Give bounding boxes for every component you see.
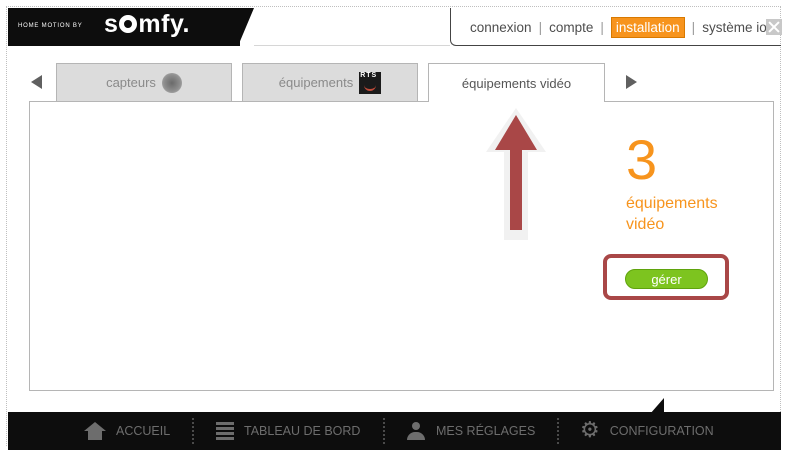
tab-next-arrow-icon[interactable] bbox=[626, 75, 637, 89]
close-icon[interactable] bbox=[766, 19, 782, 35]
bottom-nav-tableau-de-bord[interactable]: TABLEAU DE BORD bbox=[216, 412, 360, 450]
annotation-arrow bbox=[486, 108, 546, 240]
dashboard-icon bbox=[216, 422, 234, 440]
nav-systeme-io[interactable]: système io bbox=[702, 20, 767, 35]
nav-installation[interactable]: installation bbox=[610, 17, 685, 38]
logo-o-mark bbox=[119, 15, 138, 33]
tab-label: capteurs bbox=[106, 75, 156, 90]
nav-separator: | bbox=[600, 20, 604, 35]
top-nav: connexion | compte | installation | syst… bbox=[470, 17, 767, 38]
tab-label: équipements bbox=[278, 75, 354, 90]
logo-brand-rest: mfy. bbox=[138, 10, 190, 38]
rts-icon-text: RTS bbox=[360, 71, 378, 79]
nav-separator: | bbox=[538, 20, 543, 35]
bottom-nav-mes-reglages[interactable]: MES RÉGLAGES bbox=[406, 412, 535, 450]
tab-equipements-video[interactable]: équipements vidéo bbox=[428, 63, 605, 102]
bottom-nav-divider bbox=[192, 418, 194, 444]
rts-waves bbox=[364, 83, 377, 91]
content-panel bbox=[29, 101, 774, 391]
home-icon bbox=[84, 422, 106, 440]
manage-button[interactable]: gérer bbox=[625, 269, 708, 289]
logo-tagline: HOME MOTION BY bbox=[18, 23, 83, 29]
bottom-nav-label: MES RÉGLAGES bbox=[436, 424, 536, 438]
nav-separator: | bbox=[691, 20, 696, 35]
bottom-nav-label: ACCUEIL bbox=[116, 424, 171, 438]
logo-brand: s mfy. bbox=[104, 10, 190, 39]
logo-wedge bbox=[238, 8, 254, 46]
bottom-nav-label: TABLEAU DE BORD bbox=[244, 424, 361, 438]
tab-label: équipements vidéo bbox=[461, 75, 572, 91]
nav-connexion[interactable]: connexion bbox=[470, 20, 532, 35]
gear-icon: ⚙ bbox=[580, 418, 600, 443]
tab-capteurs[interactable]: capteurs bbox=[56, 63, 232, 101]
rts-icon: RTS bbox=[359, 71, 382, 94]
logo-brand-s: s bbox=[104, 10, 119, 38]
bottom-nav-configuration[interactable]: ⚙ CONFIGURATION bbox=[580, 412, 714, 450]
nav-compte[interactable]: compte bbox=[549, 20, 593, 35]
bottom-nav-label: CONFIGURATION bbox=[609, 424, 714, 438]
tab-prev-arrow-icon[interactable] bbox=[31, 75, 42, 89]
somfy-logo: HOME MOTION BY s mfy. bbox=[8, 8, 240, 46]
tab-equipements[interactable]: équipements RTS bbox=[242, 63, 418, 101]
device-count-label: équipements vidéo bbox=[626, 195, 718, 233]
bottom-nav-accueil[interactable]: ACCUEIL bbox=[84, 412, 170, 450]
sensor-icon bbox=[161, 72, 182, 93]
bottom-nav-divider bbox=[557, 418, 559, 444]
bottom-nav-bar: ACCUEIL TABLEAU DE BORD MES RÉGLAGES ⚙ C… bbox=[8, 412, 781, 450]
bottom-nav-divider bbox=[383, 418, 385, 444]
device-count: 3 bbox=[626, 128, 658, 191]
header-divider bbox=[254, 45, 450, 46]
user-icon bbox=[406, 422, 426, 440]
